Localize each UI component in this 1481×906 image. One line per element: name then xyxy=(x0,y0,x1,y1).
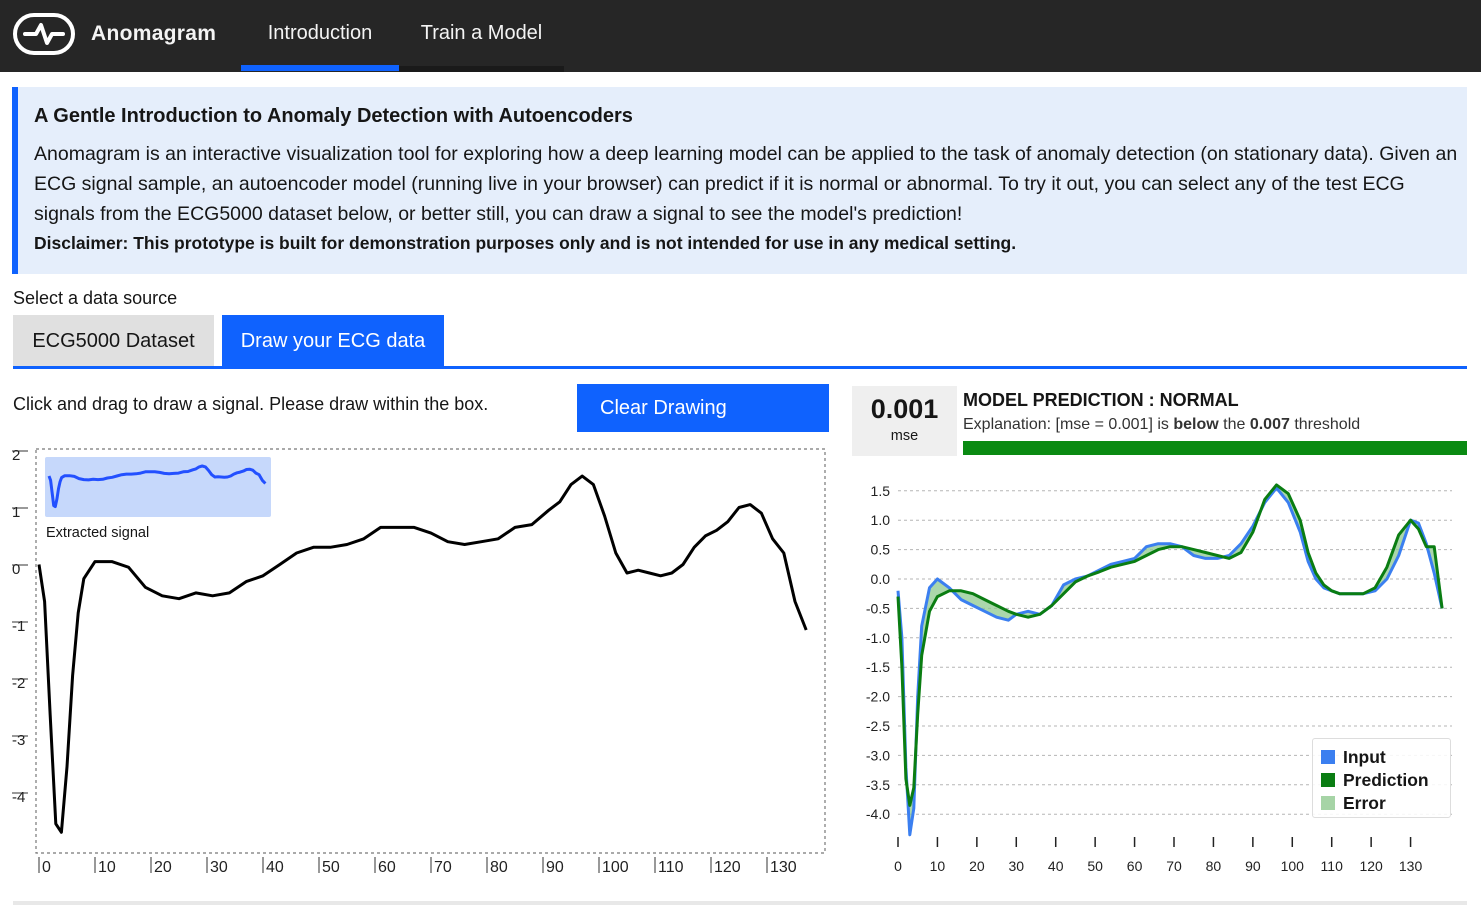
y-tick-label: -2.5 xyxy=(866,718,890,734)
y-tick-label: -0.5 xyxy=(866,600,890,616)
x-tick-label: 30 xyxy=(1008,858,1024,874)
legend-prediction-label: Prediction xyxy=(1343,770,1429,790)
legend-error: Error xyxy=(1321,793,1386,814)
draw-x-tick-label: 0 xyxy=(42,859,51,876)
mse-tile: 0.001 mse xyxy=(852,386,957,456)
top-navigation-bar: Anomagram Introduction Train a Model xyxy=(0,0,1481,72)
y-tick-label: -4.0 xyxy=(866,806,890,822)
legend-input-label: Input xyxy=(1343,747,1386,767)
y-tick-label: -3.0 xyxy=(866,747,890,763)
y-tick-label: 1.5 xyxy=(871,483,891,499)
draw-x-tick-label: 40 xyxy=(266,859,284,876)
draw-x-tick-label: 100 xyxy=(602,859,629,876)
nav-tab-divider xyxy=(399,66,564,72)
draw-y-tick-label: 0 xyxy=(12,561,20,578)
prediction-explanation: Explanation: [mse = 0.001] is below the … xyxy=(963,416,1360,434)
tab-draw-ecg-data[interactable]: Draw your ECG data xyxy=(222,315,444,367)
x-tick-label: 10 xyxy=(930,858,946,874)
extracted-signal-preview xyxy=(45,457,271,517)
explanation-text-1: Explanation: [mse = 0.001] is xyxy=(963,416,1174,433)
explanation-threshold: 0.007 xyxy=(1249,416,1290,433)
draw-x-tick-label: 10 xyxy=(98,859,116,876)
y-tick-label: -3.5 xyxy=(866,777,890,793)
x-tick-label: 40 xyxy=(1048,858,1064,874)
prediction-chart: 1.5 1.0 0.5 0.0 -0.5 -1.0 -1.5 -2.0 -2.5 -3.0 -3.5… xyxy=(866,483,1452,874)
anomagram-logo-icon xyxy=(13,13,75,55)
x-tick-label: 130 xyxy=(1399,858,1423,874)
y-tick-label: 0.0 xyxy=(871,571,891,587)
tab-underline xyxy=(13,366,1467,369)
data-source-label: Select a data source xyxy=(13,288,178,308)
extracted-signal-line xyxy=(47,464,267,509)
app-name[interactable]: Anomagram xyxy=(91,22,216,46)
draw-y-tick-label: 1 xyxy=(12,504,20,521)
draw-x-tick-label: 50 xyxy=(322,859,340,876)
legend-input: Input xyxy=(1321,747,1386,768)
y-tick-label: 0.5 xyxy=(871,542,891,558)
x-tick-label: 60 xyxy=(1127,858,1143,874)
x-tick-label: 20 xyxy=(969,858,985,874)
draw-x-tick-label: 110 xyxy=(658,859,684,876)
legend-error-swatch xyxy=(1321,796,1335,810)
intro-notification: A Gentle Introduction to Anomaly Detecti… xyxy=(12,87,1467,274)
draw-x-tick-label: 20 xyxy=(154,859,172,876)
legend-prediction: Prediction xyxy=(1321,770,1429,791)
draw-x-tick-label: 120 xyxy=(714,859,741,876)
intro-title: A Gentle Introduction to Anomaly Detecti… xyxy=(34,105,633,127)
x-tick-label: 80 xyxy=(1206,858,1222,874)
draw-x-tick-label: 60 xyxy=(378,859,396,876)
explanation-text-2: the xyxy=(1218,416,1250,433)
explanation-text-3: threshold xyxy=(1289,416,1361,433)
legend-input-swatch xyxy=(1321,750,1335,764)
mse-value: 0.001 xyxy=(870,394,939,424)
x-tick-label: 50 xyxy=(1087,858,1103,874)
chart-legend: Input Prediction Error xyxy=(1312,738,1451,818)
x-tick-label: 100 xyxy=(1281,858,1305,874)
intro-body: Anomagram is an interactive visualizatio… xyxy=(34,143,1458,225)
x-tick-label: 90 xyxy=(1245,858,1261,874)
x-tick-label: 0 xyxy=(894,858,902,874)
prediction-status-bar xyxy=(963,441,1467,455)
intro-disclaimer: Disclaimer: This prototype is built for … xyxy=(34,233,1017,253)
draw-x-tick-label: 130 xyxy=(770,859,797,876)
draw-y-tick-label: -2 xyxy=(12,675,25,692)
draw-y-tick-label: -3 xyxy=(12,732,25,749)
explanation-below: below xyxy=(1173,416,1219,433)
model-prediction-title: MODEL PREDICTION : NORMAL xyxy=(963,390,1239,410)
draw-y-tick-label: -4 xyxy=(12,789,25,806)
mse-label: mse xyxy=(890,428,919,444)
draw-instructions: Click and drag to draw a signal. Please … xyxy=(13,394,489,414)
page-divider xyxy=(13,901,1467,905)
draw-y-tick-label: -1 xyxy=(12,618,25,635)
tab-ecg5000-dataset[interactable]: ECG5000 Dataset xyxy=(13,315,214,367)
draw-x-tick-label: 90 xyxy=(546,859,564,876)
x-tick-label: 110 xyxy=(1321,858,1344,874)
x-tick-label: 120 xyxy=(1359,858,1383,874)
clear-drawing-button[interactable]: Clear Drawing xyxy=(577,384,829,432)
draw-x-tick-label: 80 xyxy=(490,859,508,876)
legend-prediction-swatch xyxy=(1321,773,1335,787)
y-tick-label: -2.0 xyxy=(866,689,890,705)
x-tick-label: 70 xyxy=(1166,858,1182,874)
active-tab-indicator xyxy=(241,65,399,71)
nav-tab-introduction[interactable]: Introduction xyxy=(241,0,399,72)
draw-y-tick-label: 2 xyxy=(12,447,20,464)
y-tick-label: -1.5 xyxy=(866,659,890,675)
y-tick-label: -1.0 xyxy=(866,630,890,646)
draw-x-tick-label: 70 xyxy=(434,859,452,876)
extracted-signal-label: Extracted signal xyxy=(46,525,150,541)
legend-error-label: Error xyxy=(1343,793,1386,813)
draw-x-tick-label: 30 xyxy=(210,859,228,876)
y-tick-label: 1.0 xyxy=(871,512,891,528)
nav-tab-train-a-model[interactable]: Train a Model xyxy=(399,0,564,72)
